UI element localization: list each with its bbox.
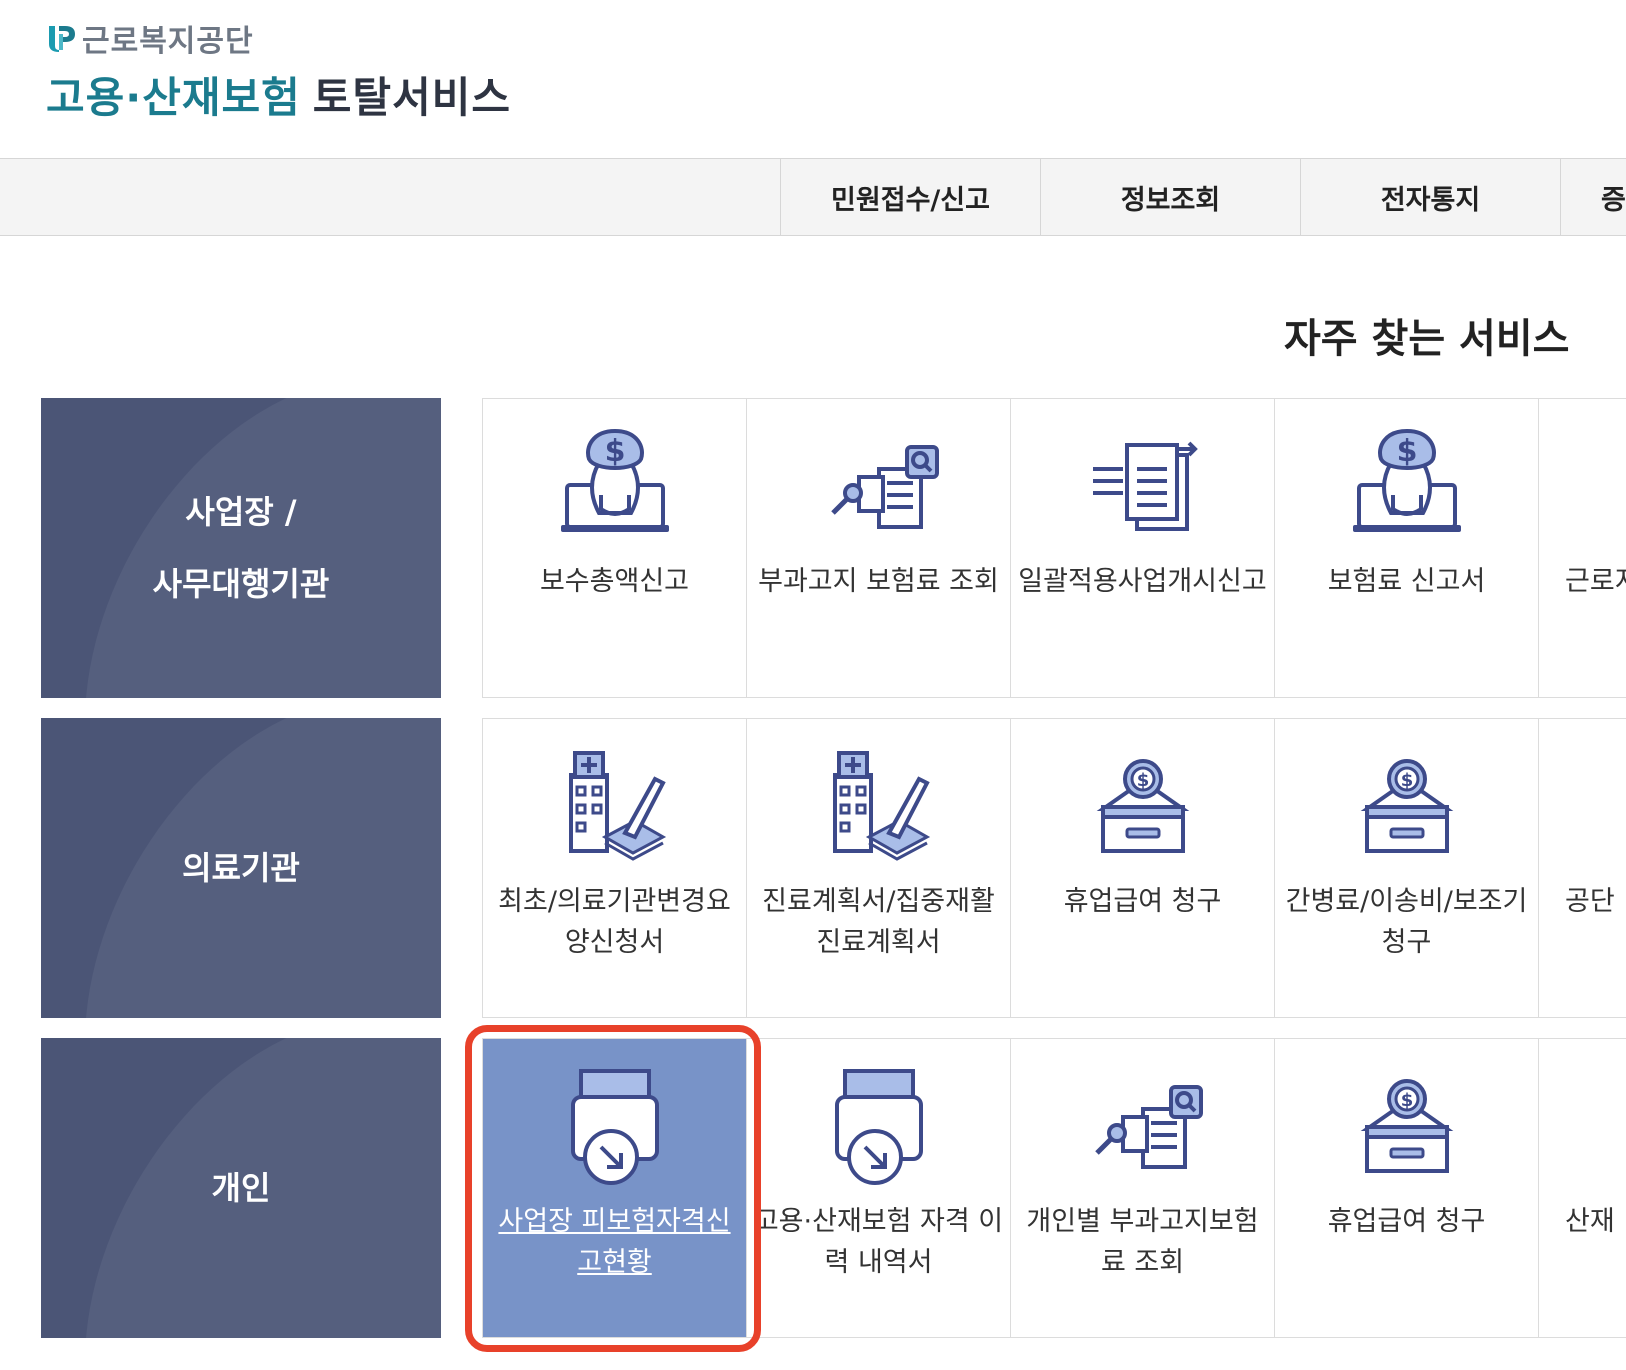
service-tile-premium-inquiry[interactable]: 부과고지 보험료 조회 <box>746 398 1011 698</box>
category-business[interactable]: 사업장 / 사무대행기관 <box>41 398 441 698</box>
hospital-pen-icon <box>819 745 939 865</box>
gnb-item-certificate[interactable]: 증 <box>1560 159 1626 235</box>
category-medical-label: 의료기관 <box>182 849 300 887</box>
service-tile-label: 일괄적용사업개시신고 <box>1018 566 1267 597</box>
printer-download-icon <box>555 1065 675 1185</box>
service-tile-bulk-business-start[interactable]: 일괄적용사업개시신고 <box>1010 398 1275 698</box>
service-tile-label: 산재 <box>1565 1206 1615 1237</box>
service-tile-insurance-history[interactable]: 고용·산재보험 자격 이 력 내역서 <box>746 1038 1011 1338</box>
category-individual-label: 개인 <box>211 1169 271 1207</box>
document-search-icon <box>819 425 939 545</box>
service-row-business: 보수총액신고 부과고지 보험료 조회 일괄적용사업개시신고 보험료 신고서 근로… <box>482 398 1626 698</box>
service-tile-label: 근로지 <box>1565 566 1626 597</box>
service-tile-label: 고용·산재보험 자격 이 력 내역서 <box>753 1206 1004 1278</box>
service-tile-premium-report[interactable]: 보험료 신고서 <box>1274 398 1539 698</box>
gnb-item-civil-complaint[interactable]: 민원접수/신고 <box>780 159 1040 235</box>
site-logo[interactable]: 근로복지공단 고용·산재보험 토탈서비스 <box>46 18 511 125</box>
money-bag-laptop-icon <box>555 425 675 545</box>
service-tile-industrial-accident[interactable]: 산재 <box>1538 1038 1626 1338</box>
service-tile-label: 보수총액신고 <box>539 566 690 597</box>
coin-box-icon <box>1347 745 1467 865</box>
service-tile-insured-status[interactable]: 사업장 피보험자격신 고현황 <box>482 1038 747 1338</box>
service-tile-wage-report[interactable]: 보수총액신고 <box>482 398 747 698</box>
hospital-pen-icon <box>555 745 675 865</box>
document-search-icon <box>1083 1065 1203 1185</box>
document-icon <box>1614 425 1626 545</box>
coin-box-icon <box>1347 1065 1467 1185</box>
category-business-line1: 사업장 / <box>185 493 297 531</box>
money-bag-laptop-icon <box>1347 425 1467 545</box>
service-tile-agency[interactable]: 공단 <box>1538 718 1626 1018</box>
service-tile-label: 최초/의료기관변경요 양신청서 <box>498 886 731 958</box>
site-title-part2: 토탈서비스 <box>312 73 511 122</box>
comwel-logo-icon <box>49 26 75 52</box>
service-tile-label: 휴업급여 청구 <box>1063 886 1222 917</box>
printer-download-icon <box>819 1065 939 1185</box>
service-tile-label: 공단 <box>1565 886 1615 917</box>
org-name: 근로복지공단 <box>82 24 254 59</box>
service-tile-label: 보험료 신고서 <box>1327 566 1486 597</box>
category-individual[interactable]: 개인 <box>41 1038 441 1338</box>
gnb-item-info-inquiry[interactable]: 정보조회 <box>1040 159 1300 235</box>
service-tile-nursing-transport-claim[interactable]: 간병료/이송비/보조기 청구 <box>1274 718 1539 1018</box>
main-navigation: 민원접수/신고 정보조회 전자통지 증 <box>0 158 1626 236</box>
site-title-part1: 고용·산재보험 <box>46 73 301 122</box>
section-title: 자주 찾는 서비스 <box>1284 316 1570 362</box>
site-title: 고용·산재보험 토탈서비스 <box>46 64 511 125</box>
service-tile-worker[interactable]: 근로지 <box>1538 398 1626 698</box>
service-tile-label: 휴업급여 청구 <box>1327 1206 1486 1237</box>
coin-box-icon <box>1083 745 1203 865</box>
service-row-individual: 사업장 피보험자격신 고현황 고용·산재보험 자격 이 력 내역서 개인별 부과… <box>482 1038 1626 1338</box>
gnb-item-e-notice[interactable]: 전자통지 <box>1300 159 1560 235</box>
category-business-line2: 사무대행기관 <box>152 565 330 603</box>
category-business-label: 사업장 / 사무대행기관 <box>153 476 330 620</box>
service-tile-leave-benefit-claim[interactable]: 휴업급여 청구 <box>1010 718 1275 1018</box>
service-tile-medical-change-request[interactable]: 최초/의료기관변경요 양신청서 <box>482 718 747 1018</box>
pen-icon <box>1614 1065 1626 1185</box>
service-tile-individual-premium-inquiry[interactable]: 개인별 부과고지보험 료 조회 <box>1010 1038 1275 1338</box>
service-tile-label: 부과고지 보험료 조회 <box>758 566 999 597</box>
document-icon <box>1614 745 1626 865</box>
service-tile-label: 사업장 피보험자격신 고현황 <box>498 1206 731 1278</box>
service-tile-label: 개인별 부과고지보험 료 조회 <box>1026 1206 1259 1278</box>
service-row-medical: 최초/의료기관변경요 양신청서 진료계획서/집중재활 진료계획서 휴업급여 청구… <box>482 718 1626 1018</box>
service-tile-label: 진료계획서/집중재활 진료계획서 <box>762 886 995 958</box>
category-medical[interactable]: 의료기관 <box>41 718 441 1018</box>
service-tile-leave-benefit-claim-individual[interactable]: 휴업급여 청구 <box>1274 1038 1539 1338</box>
service-tile-label: 간병료/이송비/보조기 청구 <box>1285 886 1528 958</box>
service-tile-treatment-plan[interactable]: 진료계획서/집중재활 진료계획서 <box>746 718 1011 1018</box>
document-transfer-icon <box>1083 425 1203 545</box>
